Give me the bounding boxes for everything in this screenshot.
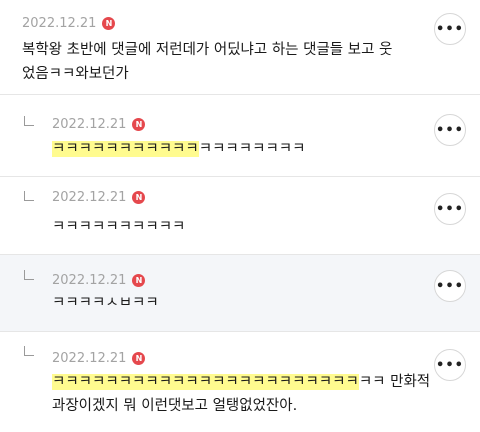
more-options-button[interactable]: ••• bbox=[434, 114, 466, 146]
more-options-button[interactable]: ••• bbox=[434, 270, 466, 302]
comment-date: 2022.12.21 bbox=[52, 190, 127, 205]
reply-arrow-icon bbox=[24, 346, 34, 356]
reply-comment: 2022.12.21 N ••• ㅋㅋㅋㅋㅋㅋㅋㅋㅋㅋㅋㅋㅋㅋㅋㅋㅋㅋㅋㅋㅋㅋㅋ… bbox=[0, 332, 480, 432]
comment-text-rest: ㅋㅋㅋㅋㅋㅋㅋㅋ bbox=[198, 141, 306, 157]
comment-text-line: ㅋㅋㅋㅋㅋㅋㅋㅋㅋㅋㅋㅋㅋㅋㅋㅋㅋㅋㅋㅋㅋㅋㅋㅋㅋ 만화적 bbox=[52, 370, 452, 394]
new-badge: N bbox=[102, 17, 116, 30]
comment-date: 2022.12.21 bbox=[52, 117, 127, 132]
comment-date: 2022.12.21 bbox=[52, 273, 127, 288]
comment-date-row: 2022.12.21 N bbox=[52, 190, 146, 205]
reply-comment: 2022.12.21 N ••• ㅋㅋㅋㅋㅋㅋㅋㅋㅋㅋㅋㅋㅋㅋㅋㅋㅋㅋㅋ bbox=[0, 95, 480, 177]
comment-text-line: 복학왕 초반에 댓글에 저런데가 어딨냐고 하는 댓글들 보고 웃 bbox=[22, 42, 393, 58]
highlighted-text: ㅋㅋㅋㅋㅋㅋㅋㅋㅋㅋㅋㅋㅋㅋㅋㅋㅋㅋㅋㅋㅋㅋㅋ bbox=[52, 374, 359, 390]
comment: 2022.12.21 N ••• 복학왕 초반에 댓글에 저런데가 어딨냐고 하… bbox=[0, 0, 480, 95]
new-badge: N bbox=[132, 118, 146, 131]
comment-date-row: 2022.12.21 N bbox=[52, 351, 146, 366]
more-options-button[interactable]: ••• bbox=[434, 193, 466, 225]
reply-comment: 2022.12.21 N ••• ㅋㅋㅋㅋㅅㅂㅋㅋ bbox=[0, 255, 480, 332]
comment-text-line: 었음ㅋㅋ와보던가 bbox=[22, 66, 129, 82]
comment-text: ㅋㅋㅋㅋㅅㅂㅋㅋ bbox=[52, 295, 159, 311]
comment-text: ㅋㅋㅋㅋㅋㅋㅋㅋㅋㅋㅋㅋㅋㅋㅋㅋㅋㅋㅋㅋㅋㅋㅋㅋㅋ 만화적 과장이겠지 뭐 이런… bbox=[52, 370, 452, 418]
reply-arrow-icon bbox=[24, 191, 34, 201]
reply-comment: 2022.12.21 N ••• ㅋㅋㅋㅋㅋㅋㅋㅋㅋㅋ bbox=[0, 177, 480, 255]
reply-arrow-icon bbox=[24, 270, 34, 280]
comment-date-row: 2022.12.21 N bbox=[52, 273, 146, 288]
comment-text: 복학왕 초반에 댓글에 저런데가 어딨냐고 하는 댓글들 보고 웃 었음ㅋㅋ와보… bbox=[22, 38, 392, 86]
new-badge: N bbox=[132, 352, 146, 365]
comment-text-line: 과장이겠지 뭐 이런댓보고 얼탱없었잔아. bbox=[52, 398, 298, 414]
more-options-button[interactable]: ••• bbox=[434, 13, 466, 45]
comment-text: ㅋㅋㅋㅋㅋㅋㅋㅋㅋㅋㅋㅋㅋㅋㅋㅋㅋㅋㅋ bbox=[52, 137, 305, 161]
comment-date: 2022.12.21 bbox=[22, 16, 97, 31]
new-badge: N bbox=[132, 191, 146, 204]
reply-arrow-icon bbox=[24, 116, 34, 126]
comment-text-rest: ㅋㅋ 만화적 bbox=[358, 374, 431, 390]
comment-date-row: 2022.12.21 N bbox=[52, 117, 146, 132]
new-badge: N bbox=[132, 274, 146, 287]
comment-date-row: 2022.12.21 N bbox=[22, 16, 116, 31]
highlighted-text: ㅋㅋㅋㅋㅋㅋㅋㅋㅋㅋㅋ bbox=[52, 141, 199, 157]
comment-text: ㅋㅋㅋㅋㅋㅋㅋㅋㅋㅋ bbox=[52, 219, 186, 235]
comment-date: 2022.12.21 bbox=[52, 351, 127, 366]
